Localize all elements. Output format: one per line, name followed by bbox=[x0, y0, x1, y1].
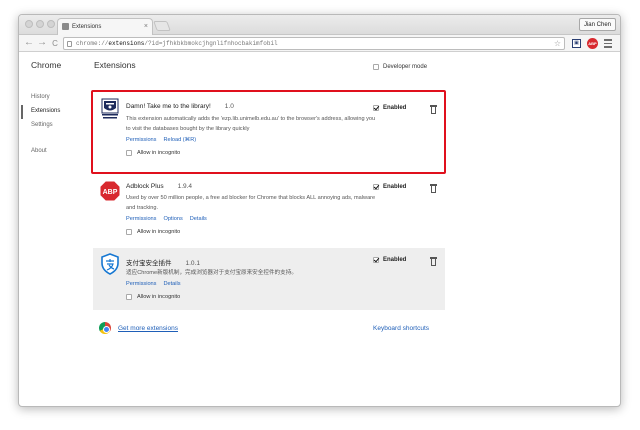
forward-button[interactable]: → bbox=[37, 38, 47, 49]
extension-description: Used by over 50 million people, a free a… bbox=[126, 195, 376, 211]
sidebar-item-history[interactable]: History bbox=[31, 94, 50, 100]
tab-title: Extensions bbox=[72, 24, 102, 30]
url-scheme: chrome:// bbox=[76, 40, 109, 47]
extension-item: 支付宝安全插件 1.0.1 适应Chrome新版机制，完成浏览器对于支付宝原来安全… bbox=[93, 248, 445, 310]
zoom-window-button[interactable] bbox=[47, 20, 55, 28]
tab-extensions[interactable]: Extensions × bbox=[57, 18, 153, 35]
extension-version: 1.0.1 bbox=[185, 260, 200, 267]
enabled-toggle[interactable]: Enabled bbox=[373, 257, 406, 263]
allow-incognito-checkbox[interactable] bbox=[126, 229, 132, 235]
extension-version: 1.9.4 bbox=[177, 183, 193, 190]
enabled-checkbox[interactable] bbox=[373, 184, 379, 190]
details-link[interactable]: Details bbox=[190, 216, 207, 222]
page-icon bbox=[67, 41, 72, 47]
allow-incognito-option[interactable]: Allow in incognito bbox=[126, 229, 180, 235]
allow-incognito-label: Allow in incognito bbox=[137, 229, 181, 235]
page-title: Extensions bbox=[94, 60, 136, 70]
allow-incognito-checkbox[interactable] bbox=[126, 294, 132, 300]
close-window-button[interactable] bbox=[25, 20, 33, 28]
sidebar: Chrome History Extensions Settings About bbox=[19, 53, 79, 406]
trash-icon[interactable] bbox=[430, 257, 437, 266]
trash-icon[interactable] bbox=[430, 184, 437, 193]
enabled-label: Enabled bbox=[383, 184, 407, 190]
chrome-menu-icon[interactable] bbox=[604, 39, 612, 48]
profile-button[interactable]: Jian Chen bbox=[578, 18, 616, 31]
reload-button[interactable]: C bbox=[50, 38, 60, 49]
extension-links: Permissions Details bbox=[126, 281, 188, 287]
extension-title: 支付宝安全插件 1.0.1 bbox=[126, 260, 200, 267]
extension-title: Adblock Plus 1.9.4 bbox=[126, 183, 193, 190]
extensions-page: Extensions Developer mode Damn! Take me … bbox=[91, 53, 620, 406]
extension-description: 适应Chrome新版机制，完成浏览器对于支付宝原来安全控件的支持。 bbox=[126, 270, 297, 276]
alipay-shield-icon bbox=[101, 253, 119, 275]
browser-window: Extensions × Jian Chen ← → C chrome://ex… bbox=[18, 14, 621, 407]
enabled-toggle[interactable]: Enabled bbox=[373, 184, 406, 190]
permissions-link[interactable]: Permissions bbox=[126, 216, 156, 222]
sidebar-item-extensions[interactable]: Extensions bbox=[31, 108, 60, 114]
extension-item: ABP Adblock Plus 1.9.4 Used by over 50 mi… bbox=[93, 175, 445, 243]
allow-incognito-option[interactable]: Allow in incognito bbox=[126, 294, 180, 300]
developer-mode-checkbox[interactable] bbox=[373, 64, 379, 70]
library-extension-icon[interactable]: ▣ bbox=[572, 39, 581, 48]
url-path: /?id=jfhkbkbmokcjhgnlifnhocbakimfobil bbox=[144, 40, 278, 47]
highlight-box bbox=[91, 90, 446, 174]
details-link[interactable]: Details bbox=[163, 281, 180, 287]
enabled-label: Enabled bbox=[383, 257, 407, 263]
sidebar-item-about[interactable]: About bbox=[31, 148, 47, 154]
get-more-extensions-link[interactable]: Get more extensions bbox=[118, 325, 178, 332]
new-tab-button[interactable] bbox=[153, 21, 171, 31]
back-button[interactable]: ← bbox=[24, 38, 34, 49]
enabled-checkbox[interactable] bbox=[373, 257, 379, 263]
allow-incognito-label: Allow in incognito bbox=[137, 294, 181, 300]
toolbar: ← → C chrome://extensions/?id=jfhkbkbmok… bbox=[19, 35, 620, 52]
developer-mode-label: Developer mode bbox=[383, 64, 428, 70]
chrome-web-store-icon bbox=[99, 322, 111, 334]
tab-close-button[interactable]: × bbox=[144, 19, 148, 35]
svg-text:ABP: ABP bbox=[103, 189, 118, 196]
abp-icon: ABP bbox=[99, 180, 121, 202]
puzzle-icon bbox=[62, 23, 69, 30]
keyboard-shortcuts-link[interactable]: Keyboard shortcuts bbox=[373, 325, 429, 332]
sidebar-brand: Chrome bbox=[31, 60, 62, 70]
adblock-extension-icon[interactable]: ABP bbox=[587, 38, 598, 49]
bookmark-star-icon[interactable]: ☆ bbox=[554, 38, 561, 50]
permissions-link[interactable]: Permissions bbox=[126, 281, 156, 287]
address-bar[interactable]: chrome://extensions/?id=jfhkbkbmokcjhgnl… bbox=[63, 37, 565, 50]
tab-strip: Extensions × Jian Chen bbox=[19, 15, 620, 35]
url-host: extensions bbox=[108, 40, 145, 47]
active-nav-marker bbox=[21, 105, 23, 119]
developer-mode-toggle[interactable]: Developer mode bbox=[373, 64, 427, 70]
extension-links: Permissions Options Details bbox=[126, 216, 214, 222]
sidebar-item-settings[interactable]: Settings bbox=[31, 122, 53, 128]
options-link[interactable]: Options bbox=[163, 216, 182, 222]
minimize-window-button[interactable] bbox=[36, 20, 44, 28]
